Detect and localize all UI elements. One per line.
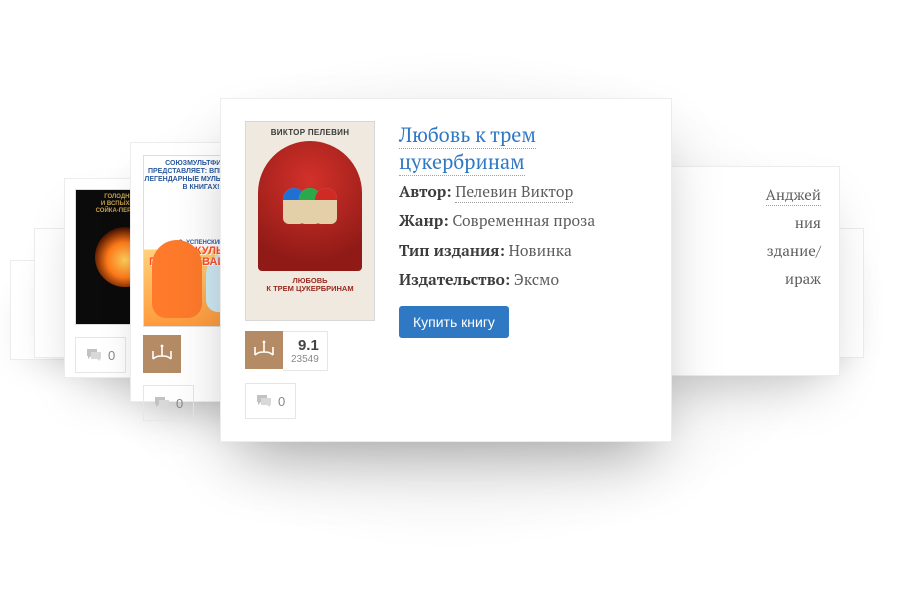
- cover-author: ВИКТОР ПЕЛЕВИН: [271, 122, 350, 137]
- comments-button[interactable]: 0: [143, 385, 194, 421]
- comments-button[interactable]: 0: [75, 337, 126, 373]
- genre-value: Современная проза: [452, 211, 595, 231]
- author-link-fragment[interactable]: Анджей: [766, 185, 821, 206]
- text-fragment: ираж: [659, 269, 821, 289]
- rating-value: 9.1 23549: [283, 331, 328, 371]
- meta-edition: Тип издания: Новинка: [399, 240, 647, 263]
- book-card-main: ВИКТОР ПЕЛЕВИН ЛЮБОВЬ К ТРЕМ ЦУКЕРБРИНАМ: [220, 98, 672, 442]
- publisher-value: Эксмо: [514, 270, 559, 290]
- rating-icon: [143, 335, 181, 373]
- publisher-label: Издательство:: [399, 270, 510, 290]
- book-title-link[interactable]: Любовь к трем цукербринам: [399, 121, 536, 176]
- meta-genre: Жанр: Современная проза: [399, 210, 647, 233]
- comments-button[interactable]: 0: [245, 383, 296, 419]
- edition-label: Тип издания:: [399, 241, 505, 261]
- buy-button[interactable]: Купить книгу: [399, 306, 509, 338]
- meta-author: Автор: Пелевин Виктор: [399, 181, 647, 204]
- text-fragment: здание/: [659, 241, 821, 261]
- genre-label: Жанр:: [399, 211, 449, 231]
- comments-count: 0: [176, 396, 183, 411]
- author-link[interactable]: Пелевин Виктор: [455, 182, 573, 203]
- rating-votes: 23549: [291, 355, 319, 365]
- meta-publisher: Издательство: Эксмо: [399, 269, 647, 292]
- comments-count: 0: [108, 348, 115, 363]
- text-fragment: ния: [659, 213, 821, 233]
- cover-art: [258, 141, 362, 271]
- rating-score: 9.1: [298, 338, 319, 353]
- comments-icon: [154, 396, 170, 410]
- cover-title: ЛЮБОВЬ К ТРЕМ ЦУКЕРБРИНАМ: [266, 271, 353, 294]
- rating-icon: [245, 331, 283, 369]
- comments-icon: [86, 348, 102, 362]
- author-label: Автор:: [399, 182, 451, 202]
- comments-icon: [256, 394, 272, 408]
- edition-value: Новинка: [509, 241, 572, 261]
- comments-count: 0: [278, 394, 285, 409]
- book-cover-main[interactable]: ВИКТОР ПЕЛЕВИН ЛЮБОВЬ К ТРЕМ ЦУКЕРБРИНАМ: [245, 121, 375, 321]
